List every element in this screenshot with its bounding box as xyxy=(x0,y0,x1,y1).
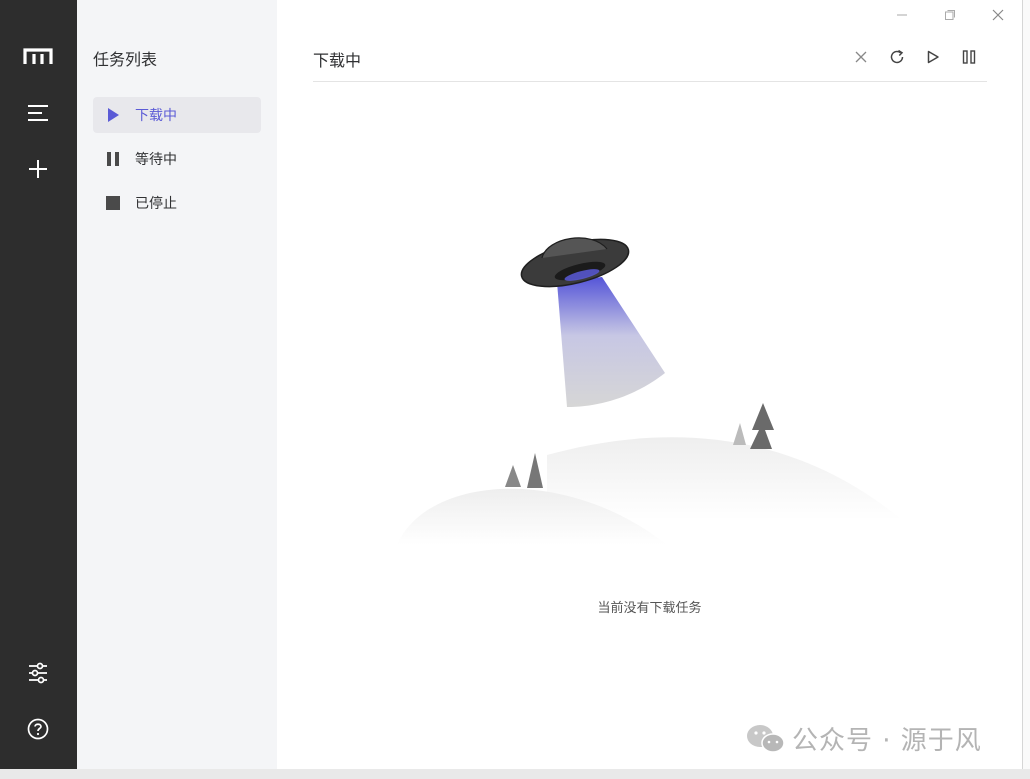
main-header: 下载中 xyxy=(313,36,987,82)
task-item-stopped[interactable]: 已停止 xyxy=(93,185,261,221)
watermark-text: 公众号 · 源于风 xyxy=(792,726,982,756)
header-actions xyxy=(843,46,987,68)
play-icon xyxy=(105,107,121,123)
task-item-downloading[interactable]: 下载中 xyxy=(93,97,261,133)
background-editor-strip xyxy=(0,769,1030,779)
wechat-icon xyxy=(747,724,785,753)
task-item-label: 下载中 xyxy=(135,108,177,124)
task-item-label: 等待中 xyxy=(135,152,177,168)
pause-all-icon[interactable] xyxy=(951,46,987,68)
close-window-icon[interactable] xyxy=(974,0,1022,30)
empty-state-text: 当前没有下载任务 xyxy=(597,601,702,616)
close-icon[interactable] xyxy=(843,46,879,68)
task-list-sidebar: 任务列表 下载中 等待中 已停止 xyxy=(77,0,277,769)
empty-illustration xyxy=(397,225,907,559)
resume-all-icon[interactable] xyxy=(915,46,951,68)
app-window: 任务列表 下载中 等待中 已停止 下载中 当前没有下载任务 公众号 · 源于风 xyxy=(0,0,1023,769)
menu-icon[interactable] xyxy=(18,93,58,133)
refresh-icon[interactable] xyxy=(879,46,915,68)
minimize-icon[interactable] xyxy=(878,0,926,30)
nav-rail xyxy=(0,0,77,769)
watermark: 公众号 · 源于风 xyxy=(746,720,982,757)
page-title: 下载中 xyxy=(313,51,362,70)
task-item-label: 已停止 xyxy=(135,196,177,212)
pause-icon xyxy=(105,151,121,167)
logo-icon[interactable] xyxy=(18,37,58,77)
settings-icon[interactable] xyxy=(18,653,58,693)
add-icon[interactable] xyxy=(18,149,58,189)
sidebar-title: 任务列表 xyxy=(93,50,158,69)
stop-icon xyxy=(105,195,121,211)
task-item-waiting[interactable]: 等待中 xyxy=(93,141,261,177)
main-panel: 下载中 当前没有下载任务 xyxy=(277,0,1022,769)
background-window-edge xyxy=(1022,0,1030,779)
help-icon[interactable] xyxy=(18,709,58,749)
window-controls xyxy=(878,0,1022,30)
maximize-icon[interactable] xyxy=(926,0,974,30)
